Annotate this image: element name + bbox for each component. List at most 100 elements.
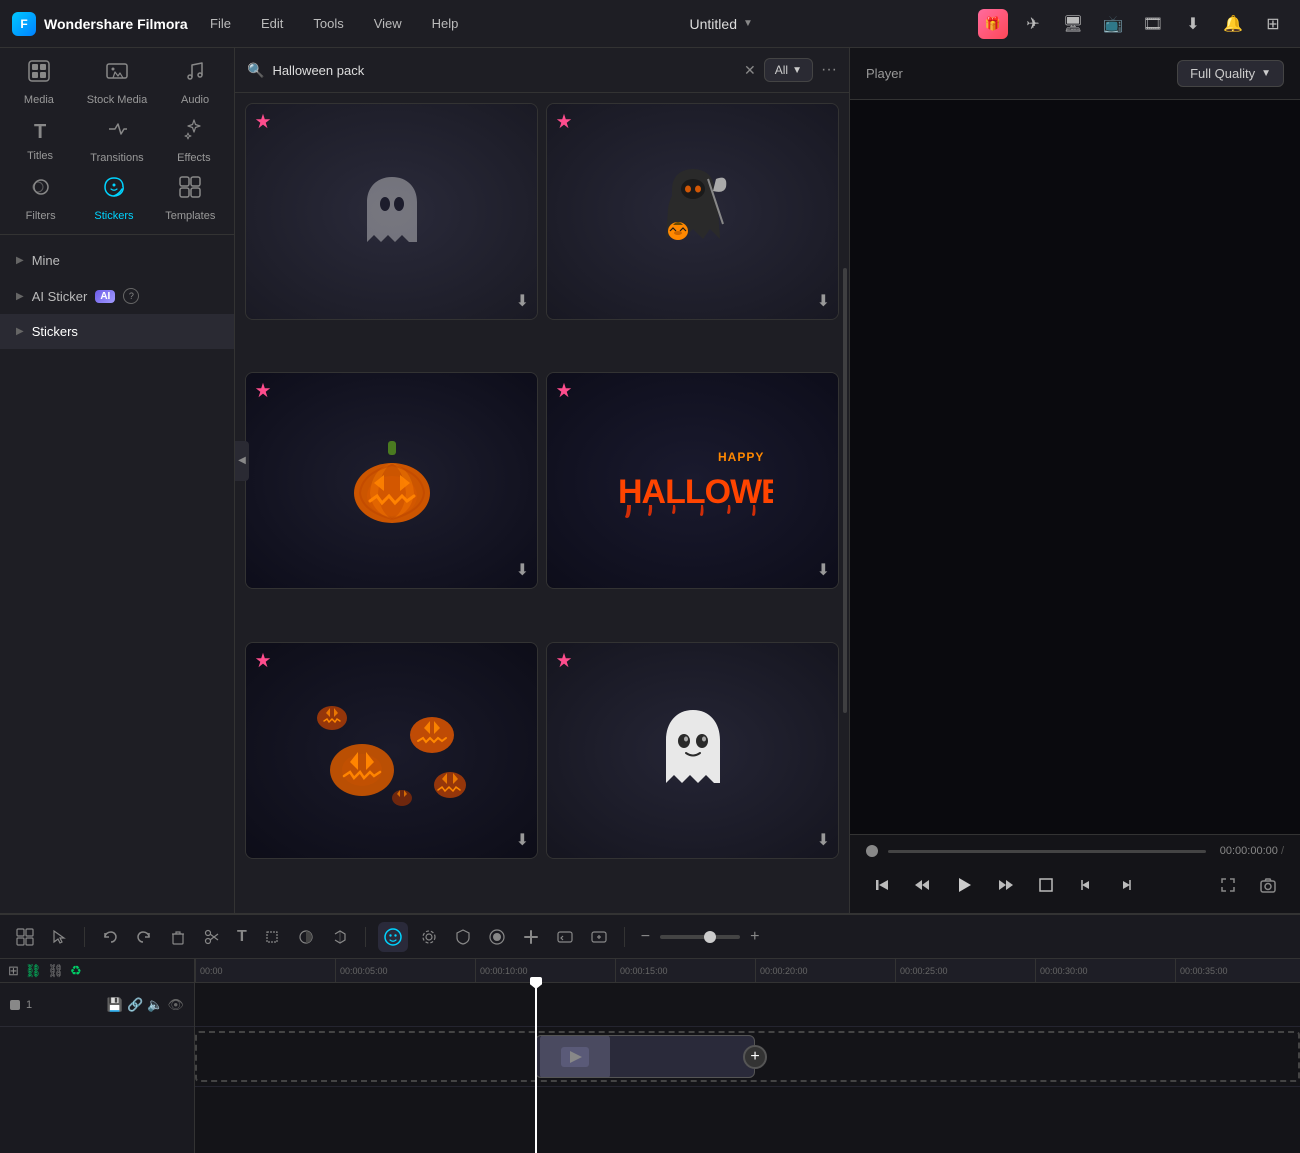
menu-edit[interactable]: Edit — [255, 12, 289, 35]
zoom-out-button[interactable]: − — [637, 924, 654, 950]
sticker-card-pumpkin[interactable]: ⬇ — [245, 372, 538, 589]
app-name: Wondershare Filmora — [44, 16, 188, 32]
timeline-toolbar: T — [0, 915, 1300, 959]
sticker-card-ghost[interactable]: ⬇ — [245, 103, 538, 320]
cut-button[interactable] — [199, 924, 225, 950]
track-link-button[interactable]: ⛓ — [25, 963, 42, 979]
select-tool-button[interactable] — [46, 924, 72, 950]
text-tool-button[interactable]: T — [233, 924, 251, 950]
nav-item-effects[interactable]: Effects — [164, 112, 224, 170]
nav-effects-label: Effects — [177, 152, 210, 164]
menu-tools[interactable]: Tools — [307, 12, 349, 35]
add-media-button[interactable] — [586, 924, 612, 950]
export-icon[interactable]: 📺 — [1098, 9, 1128, 39]
nav-item-titles[interactable]: T Titles — [10, 115, 70, 168]
crop-frame-button[interactable] — [1030, 869, 1062, 901]
rewind-button[interactable] — [906, 869, 938, 901]
zoom-in-button[interactable]: + — [746, 924, 763, 950]
track-save-icon[interactable]: 💾 — [107, 997, 123, 1013]
nav-item-filters[interactable]: Filters — [11, 170, 71, 228]
play-button[interactable] — [946, 867, 982, 903]
zoom-slider[interactable] — [660, 935, 740, 939]
track-link-icon[interactable]: 🔗 — [127, 997, 143, 1013]
filter-dropdown[interactable]: All ▼ — [764, 58, 813, 82]
collapse-panel-button[interactable]: ◀ — [235, 441, 249, 481]
send-icon[interactable]: ✈ — [1018, 9, 1048, 39]
mask-button[interactable] — [293, 924, 319, 950]
menu-help[interactable]: Help — [426, 12, 465, 35]
delete-button[interactable] — [165, 924, 191, 950]
search-bar: 🔍 ✕ All ▼ ··· — [235, 48, 849, 93]
scroll-indicator — [843, 268, 847, 713]
track-color-indicator — [10, 1000, 20, 1010]
download-reaper-button[interactable]: ⬇ — [817, 291, 830, 311]
nav-filters-label: Filters — [26, 210, 56, 222]
step-back-button[interactable] — [866, 869, 898, 901]
toolbar-divider-1 — [84, 927, 85, 947]
download-white-ghost-button[interactable]: ⬇ — [817, 830, 830, 850]
gift-button[interactable]: 🎁 — [978, 9, 1008, 39]
motion-effect-button[interactable] — [416, 924, 442, 950]
progress-track[interactable] — [888, 850, 1206, 853]
shield-button[interactable] — [450, 924, 476, 950]
track-visibility-icon[interactable]: 👁 — [167, 997, 184, 1013]
notification-icon[interactable]: 🔔 — [1218, 9, 1248, 39]
title-chevron-icon[interactable]: ▼ — [743, 18, 753, 29]
search-clear-button[interactable]: ✕ — [744, 62, 756, 79]
zoom-slider-thumb[interactable] — [704, 931, 716, 943]
nav-item-stickers[interactable]: Stickers — [84, 170, 144, 228]
track-add-button[interactable]: ⊞ — [8, 963, 19, 979]
menu-view[interactable]: View — [368, 12, 408, 35]
nav-item-templates[interactable]: Templates — [157, 170, 223, 228]
filmstrip-icon[interactable]: 🎞 — [1138, 9, 1168, 39]
redo-button[interactable] — [131, 924, 157, 950]
sticker-card-reaper[interactable]: ⬇ — [546, 103, 839, 320]
snapshot-button[interactable] — [1252, 869, 1284, 901]
record-button[interactable] — [484, 924, 510, 950]
ruler-mark-7: 00:00:35:00 — [1175, 959, 1300, 983]
download-icon[interactable]: ⬇ — [1178, 9, 1208, 39]
clip-add-button[interactable]: + — [743, 1045, 767, 1069]
media-clip[interactable] — [535, 1035, 755, 1078]
jacks-sticker-art — [246, 643, 537, 858]
forward-button[interactable] — [327, 924, 353, 950]
sticker-card-halloween-text[interactable]: HAPPY HALLOWEEN ⬇ — [546, 372, 839, 589]
undo-button[interactable] — [97, 924, 123, 950]
quality-dropdown[interactable]: Full Quality ▼ — [1177, 60, 1284, 87]
track-mute-icon[interactable]: 🔈 — [147, 997, 163, 1013]
sidebar-item-mine[interactable]: ▶ Mine — [0, 243, 234, 278]
track-unlink-button[interactable]: ⛓ — [47, 963, 64, 979]
info-icon[interactable]: ? — [123, 288, 139, 304]
menu-file[interactable]: File — [204, 12, 237, 35]
fast-forward-button[interactable] — [990, 869, 1022, 901]
mark-out-button[interactable] — [1110, 869, 1142, 901]
transform-button[interactable] — [518, 924, 544, 950]
sticker-card-white-ghost[interactable]: ⬇ — [546, 642, 839, 859]
nav-item-audio[interactable]: Audio — [165, 54, 225, 112]
mark-in-button[interactable] — [1070, 869, 1102, 901]
fullscreen-button[interactable] — [1212, 869, 1244, 901]
sticker-grid: ⬇ — [235, 93, 849, 913]
ruler-mark-1: 00:00:05:00 — [335, 959, 475, 983]
more-options-button[interactable]: ··· — [821, 61, 837, 79]
halloween-text-sticker-art: HAPPY HALLOWEEN — [547, 373, 838, 588]
timeline-layout-button[interactable] — [12, 924, 38, 950]
sidebar-item-stickers[interactable]: ▶ Stickers — [0, 314, 234, 349]
nav-item-media[interactable]: Media — [9, 54, 69, 112]
monitor-icon[interactable]: 🖥 — [1058, 9, 1088, 39]
nav-item-transitions[interactable]: Transitions — [82, 112, 151, 170]
crop-button[interactable] — [259, 924, 285, 950]
extract-button[interactable] — [552, 924, 578, 950]
sidebar-item-ai-sticker[interactable]: ▶ AI Sticker AI ? — [0, 278, 234, 314]
grid-layout-icon[interactable]: ⊞ — [1258, 9, 1288, 39]
search-input[interactable] — [272, 63, 736, 78]
download-jacks-button[interactable]: ⬇ — [516, 830, 529, 850]
sticker-mode-button[interactable] — [378, 922, 408, 952]
download-pumpkin-button[interactable]: ⬇ — [516, 560, 529, 580]
sticker-card-jacks[interactable]: ⬇ — [245, 642, 538, 859]
download-ghost-button[interactable]: ⬇ — [516, 291, 529, 311]
player-header: Player Full Quality ▼ — [850, 48, 1300, 100]
nav-item-stock-media[interactable]: Stock Media — [79, 54, 156, 112]
download-halloween-text-button[interactable]: ⬇ — [817, 560, 830, 580]
track-ai-button[interactable]: ♻ — [70, 963, 82, 979]
